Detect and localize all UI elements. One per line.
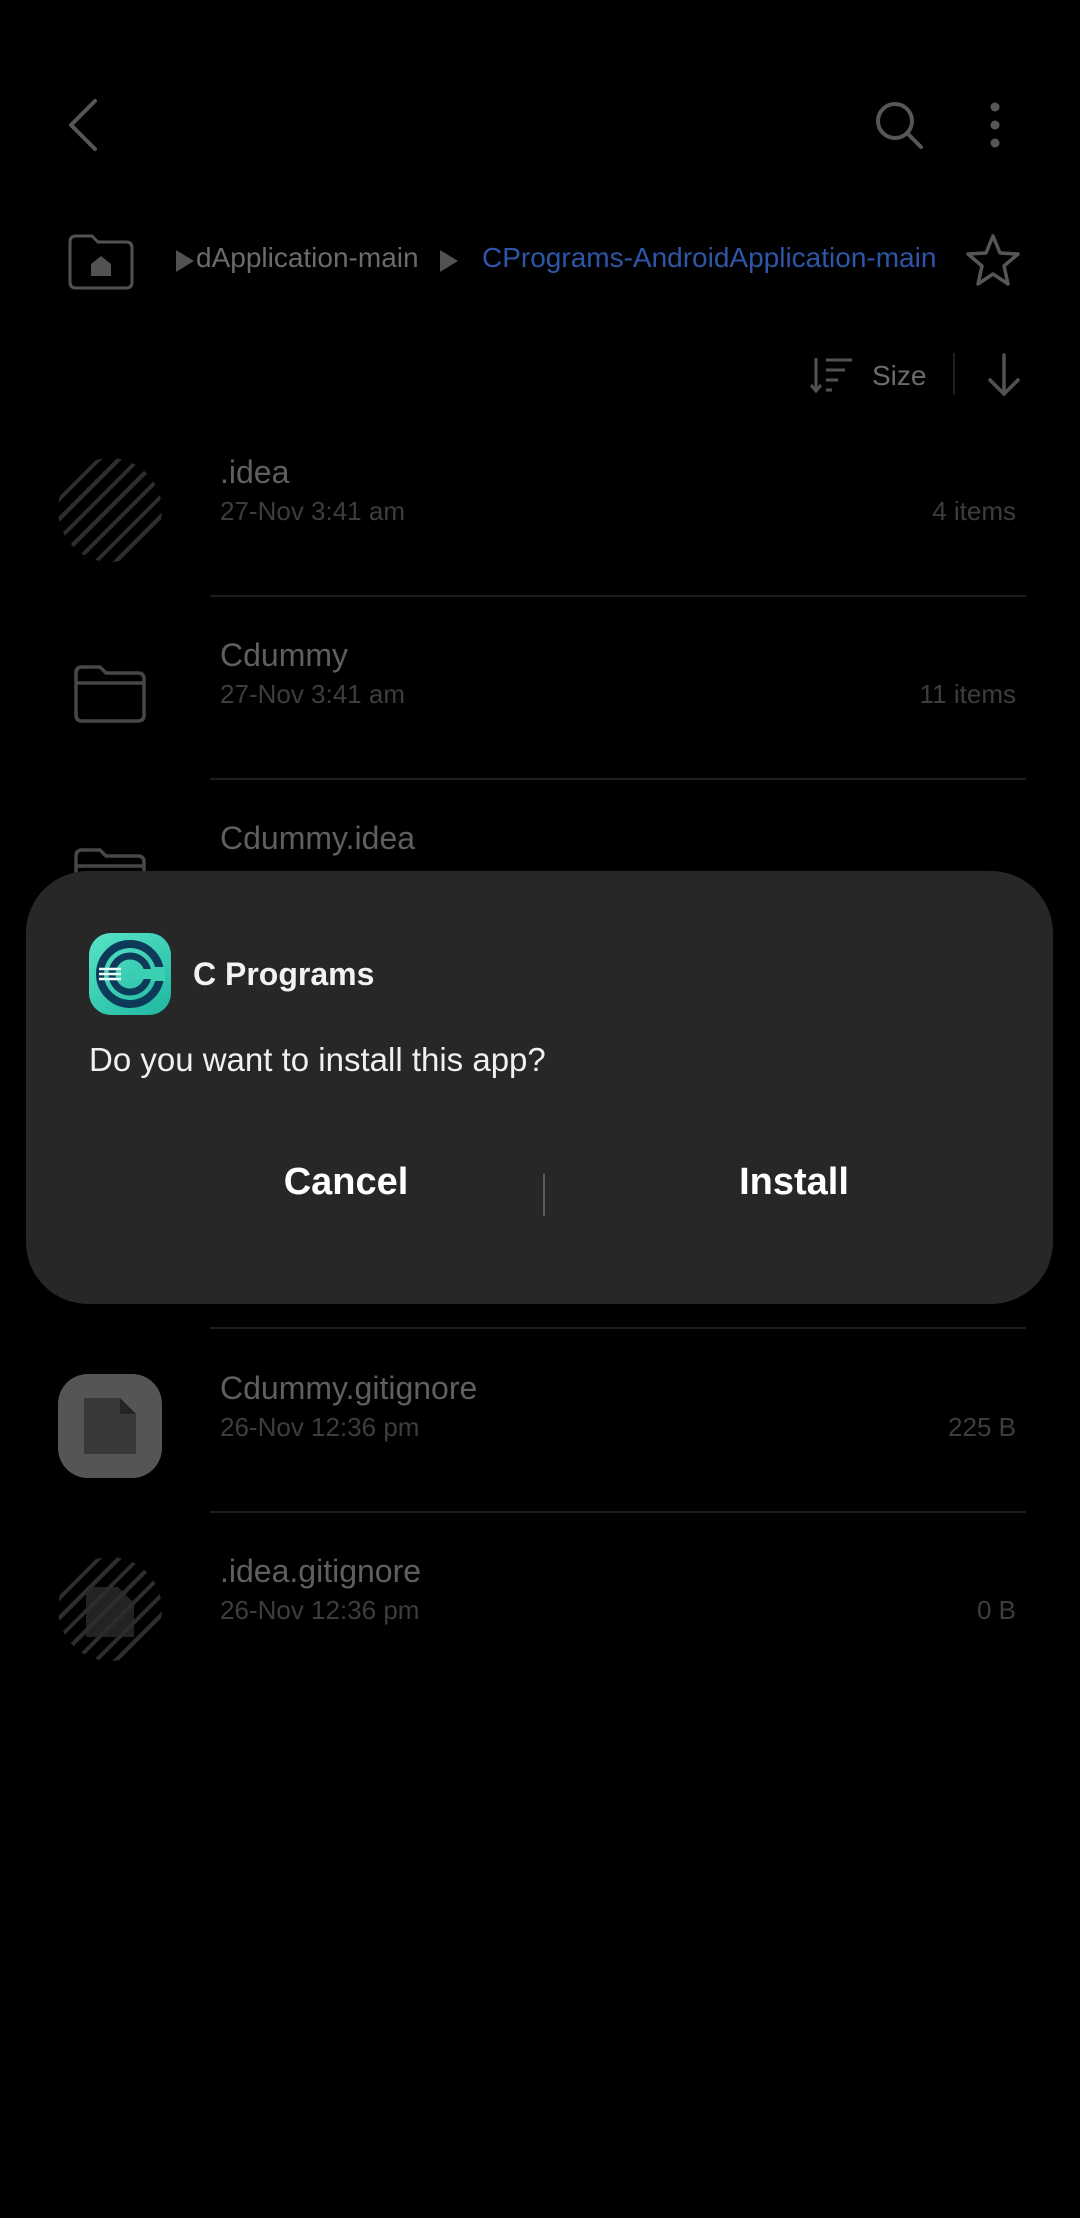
file-manager-screen: dApplication-main CPrograms-AndroidAppli… <box>0 0 1080 2218</box>
install-question: Do you want to install this app? <box>89 1041 546 1078</box>
c-programs-app-icon <box>89 933 171 1015</box>
install-button[interactable]: Install <box>544 1161 1044 1204</box>
app-name: C Programs <box>193 956 375 992</box>
install-dialog: C Programs Do you want to install this a… <box>26 871 1053 1304</box>
cancel-button[interactable]: Cancel <box>150 1161 542 1204</box>
